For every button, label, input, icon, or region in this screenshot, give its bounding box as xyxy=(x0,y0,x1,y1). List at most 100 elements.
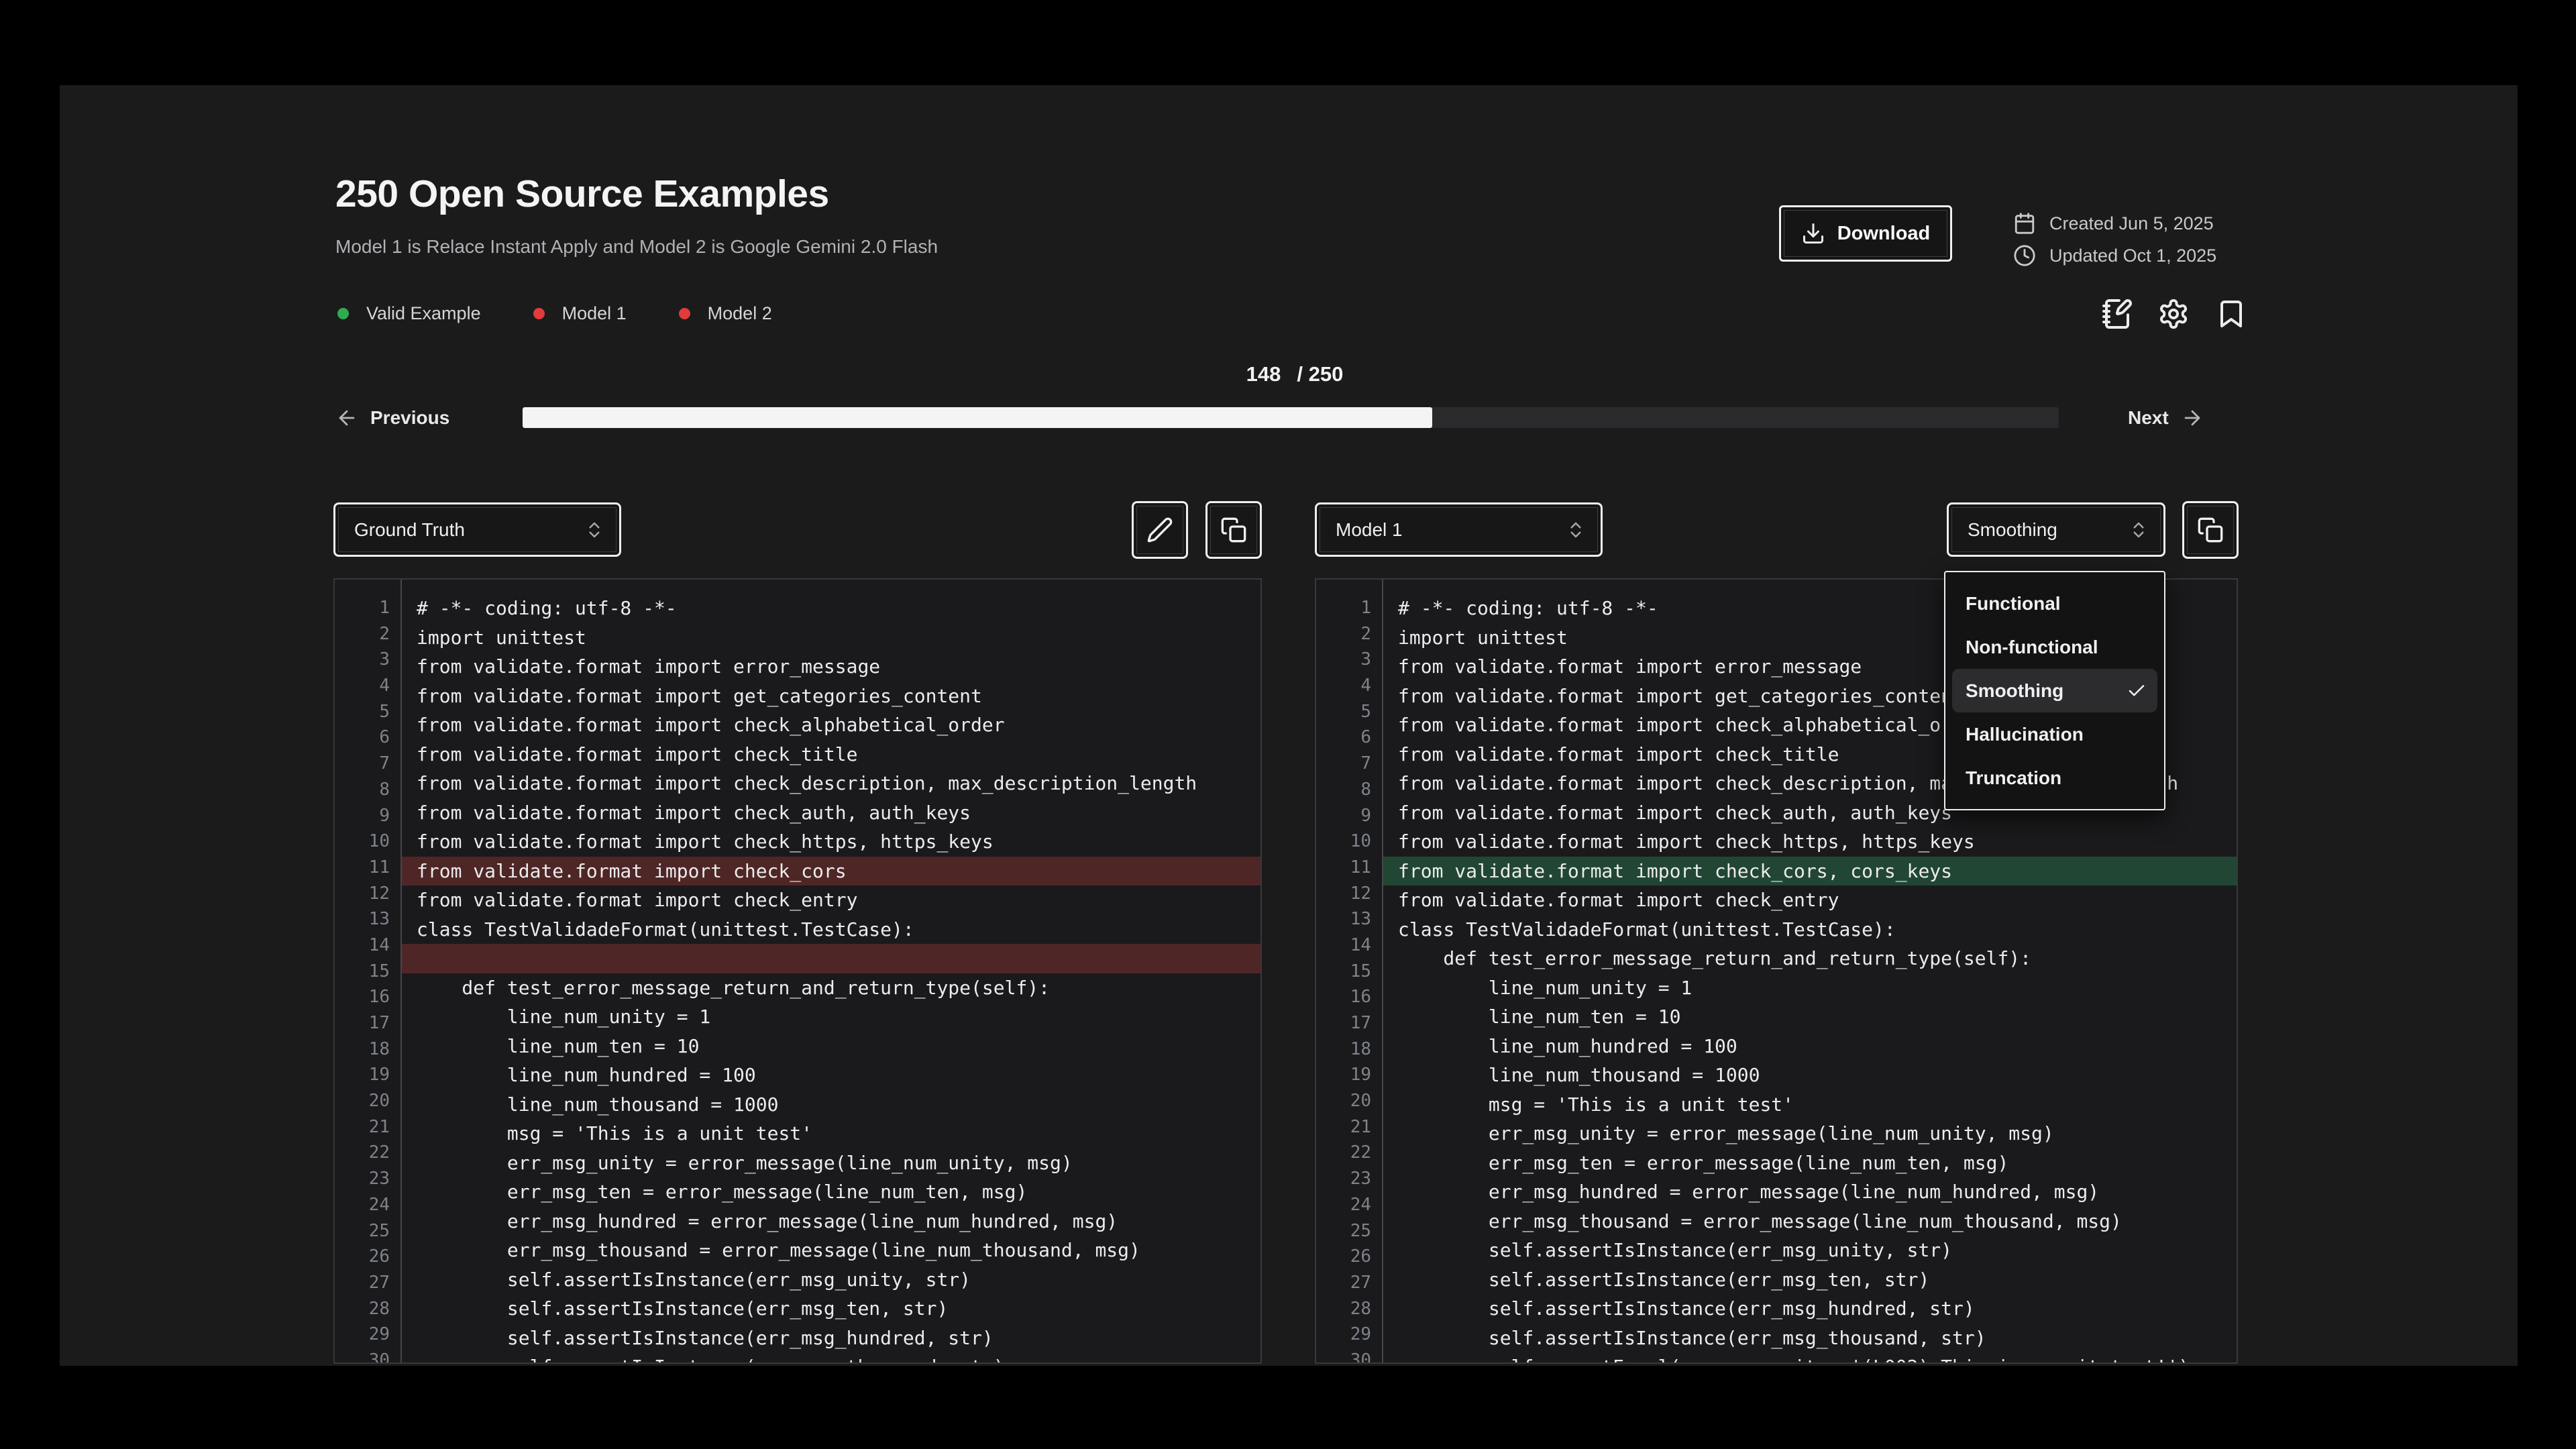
code-line: line_num_thousand = 1000 xyxy=(402,1090,1260,1120)
category-dropdown-menu: Functional Non-functional Smoothing Hall… xyxy=(1944,571,2165,810)
code-line: from validate.format import get_categori… xyxy=(402,682,1260,711)
code-line: def test_error_message_return_and_return… xyxy=(1383,944,2237,973)
legend-label: Model 1 xyxy=(562,303,627,324)
code-line: from validate.format import check_descri… xyxy=(402,769,1260,798)
category-select-value: Smoothing xyxy=(1968,519,2057,541)
code-content: # -*- coding: utf-8 -*-import unittestfr… xyxy=(402,594,1260,1364)
code-line: line_num_ten = 10 xyxy=(1383,1002,2237,1032)
dropdown-item-label: Functional xyxy=(1966,593,2061,614)
clock-icon xyxy=(2013,244,2036,267)
code-line: self.assertIsInstance(err_msg_thousand, … xyxy=(1383,1324,2237,1353)
code-line: import unittest xyxy=(402,623,1260,653)
code-line: err_msg_unity = error_message(line_num_u… xyxy=(1383,1119,2237,1148)
code-line: err_msg_unity = error_message(line_num_u… xyxy=(402,1148,1260,1178)
code-line: line_num_thousand = 1000 xyxy=(1383,1061,2237,1090)
dropdown-item-hallucination[interactable]: Hallucination xyxy=(1945,712,2164,756)
code-line: line_num_hundred = 100 xyxy=(1383,1032,2237,1061)
calendar-icon xyxy=(2013,212,2036,235)
code-line-added: from validate.format import check_cors, … xyxy=(1383,857,2237,886)
legend-label: Model 2 xyxy=(708,303,772,324)
model-select[interactable]: Model 1 xyxy=(1315,502,1603,557)
page-title: 250 Open Source Examples xyxy=(335,172,829,216)
code-line: self.assertEqual(err_msg_unity, '(L002) … xyxy=(1383,1352,2237,1364)
code-line: line_num_hundred = 100 xyxy=(402,1061,1260,1090)
chevrons-up-down-icon xyxy=(1566,520,1586,540)
code-line: err_msg_ten = error_message(line_num_ten… xyxy=(1383,1148,2237,1178)
code-line: self.assertIsInstance(err_msg_unity, str… xyxy=(402,1265,1260,1295)
dropdown-item-non-functional[interactable]: Non-functional xyxy=(1945,625,2164,669)
dropdown-item-smoothing[interactable]: Smoothing xyxy=(1952,669,2157,712)
code-line: err_msg_hundred = error_message(line_num… xyxy=(402,1207,1260,1236)
model-select-value: Model 1 xyxy=(1336,519,1403,541)
dropdown-item-functional[interactable]: Functional xyxy=(1945,582,2164,625)
code-line: class TestValidadeFormat(unittest.TestCa… xyxy=(1383,915,2237,945)
previous-label: Previous xyxy=(370,407,449,429)
updated-date-label: Updated Oct 1, 2025 xyxy=(2049,246,2216,266)
dropdown-item-label: Non-functional xyxy=(1966,637,2098,658)
pencil-icon xyxy=(1146,517,1173,543)
code-line: err_msg_ten = error_message(line_num_ten… xyxy=(402,1177,1260,1207)
code-line: self.assertIsInstance(err_msg_thousand, … xyxy=(402,1352,1260,1364)
ground-truth-select[interactable]: Ground Truth xyxy=(333,502,621,557)
code-line: err_msg_thousand = error_message(line_nu… xyxy=(1383,1207,2237,1236)
copy-icon xyxy=(2197,517,2224,543)
download-icon xyxy=(1801,221,1825,246)
code-line: from validate.format import check_alphab… xyxy=(402,710,1260,740)
code-line: def test_error_message_return_and_return… xyxy=(402,973,1260,1003)
code-line: self.assertIsInstance(err_msg_unity, str… xyxy=(1383,1236,2237,1265)
previous-button[interactable]: Previous xyxy=(335,405,449,431)
progress-fill xyxy=(523,407,1432,428)
next-button[interactable]: Next xyxy=(2128,405,2204,431)
code-line: self.assertIsInstance(err_msg_hundred, s… xyxy=(1383,1294,2237,1324)
code-line: line_num_unity = 1 xyxy=(402,1002,1260,1032)
download-button[interactable]: Download xyxy=(1779,205,1952,262)
ground-truth-select-value: Ground Truth xyxy=(354,519,465,541)
code-line: class TestValidadeFormat(unittest.TestCa… xyxy=(402,915,1260,945)
legend: Valid Example Model 1 Model 2 xyxy=(337,303,772,324)
legend-item-model2: Model 2 xyxy=(679,303,772,324)
notebook-pen-icon[interactable] xyxy=(2101,298,2133,330)
line-number-gutter: 1234567891011121314151617181920212223242… xyxy=(1316,595,1382,1364)
dropdown-item-label: Smoothing xyxy=(1966,680,2063,702)
code-line: from validate.format import check_https,… xyxy=(1383,827,2237,857)
code-line: self.assertIsInstance(err_msg_hundred, s… xyxy=(402,1324,1260,1353)
created-date: Created Jun 5, 2025 xyxy=(2013,212,2214,235)
code-line: line_num_ten = 10 xyxy=(402,1032,1260,1061)
code-line: from validate.format import check_title xyxy=(402,740,1260,769)
bookmark-icon[interactable] xyxy=(2215,298,2247,330)
arrow-left-icon xyxy=(335,407,358,429)
code-line: from validate.format import check_entry xyxy=(402,885,1260,915)
code-line: from validate.format import error_messag… xyxy=(402,652,1260,682)
next-label: Next xyxy=(2128,407,2169,429)
model1-dot xyxy=(533,308,545,319)
dropdown-item-truncation[interactable]: Truncation xyxy=(1945,756,2164,800)
valid-example-dot xyxy=(337,308,349,319)
check-icon xyxy=(2127,681,2147,701)
code-line: err_msg_hundred = error_message(line_num… xyxy=(1383,1177,2237,1207)
ground-truth-code-panel[interactable]: 1234567891011121314151617181920212223242… xyxy=(333,578,1262,1364)
example-counter: 148 / 250 xyxy=(1140,362,1449,386)
legend-item-model1: Model 1 xyxy=(533,303,627,324)
category-select[interactable]: Smoothing xyxy=(1947,502,2165,557)
counter-current: 148 xyxy=(1246,362,1281,386)
download-label: Download xyxy=(1837,223,1931,245)
line-number-gutter: 1234567891011121314151617181920212223242… xyxy=(335,595,400,1364)
code-line: from validate.format import check_auth, … xyxy=(402,798,1260,828)
page-subtitle: Model 1 is Relace Instant Apply and Mode… xyxy=(335,236,938,258)
chevrons-up-down-icon xyxy=(2129,520,2149,540)
copy-button-right[interactable] xyxy=(2182,501,2239,559)
edit-button[interactable] xyxy=(1132,501,1188,559)
code-line: from validate.format import check_https,… xyxy=(402,827,1260,857)
dropdown-item-label: Hallucination xyxy=(1966,724,2084,745)
copy-button-left[interactable] xyxy=(1205,501,1262,559)
code-line: line_num_unity = 1 xyxy=(1383,973,2237,1003)
code-line: self.assertIsInstance(err_msg_ten, str) xyxy=(1383,1265,2237,1295)
gear-icon[interactable] xyxy=(2157,298,2190,330)
progress-bar[interactable] xyxy=(523,407,2059,428)
legend-item-valid: Valid Example xyxy=(337,303,481,324)
legend-label: Valid Example xyxy=(366,303,481,324)
code-line-removed: from validate.format import check_cors xyxy=(402,857,1260,886)
copy-icon xyxy=(1220,517,1247,543)
dropdown-item-label: Truncation xyxy=(1966,767,2061,789)
arrow-right-icon xyxy=(2181,407,2204,429)
